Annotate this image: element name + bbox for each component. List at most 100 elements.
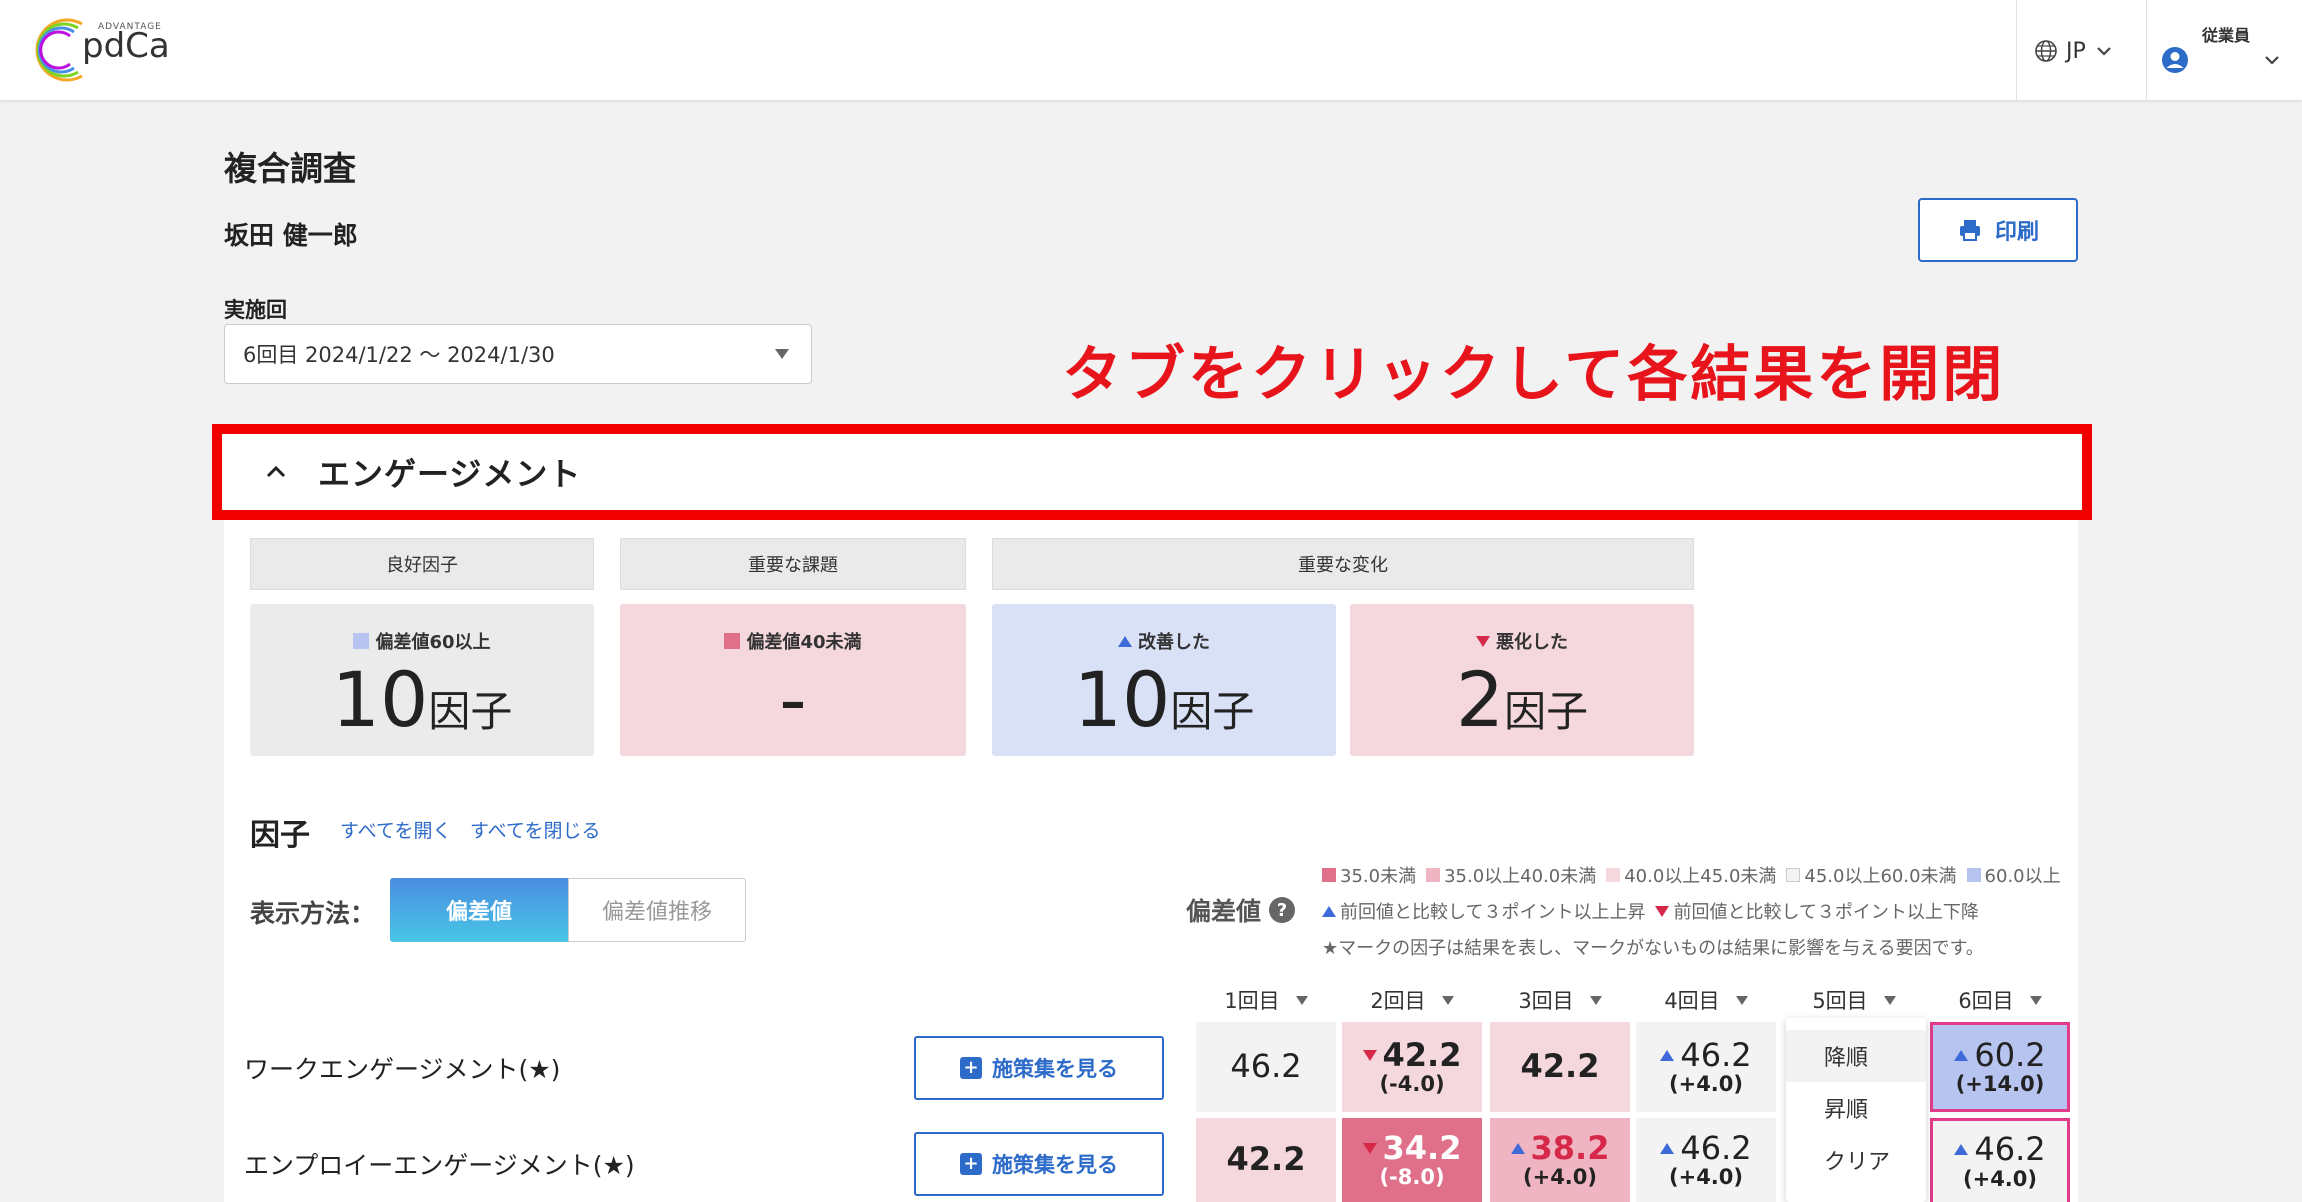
column-label: 5回目: [1812, 989, 1868, 1013]
close-all-link[interactable]: すべてを閉じる: [470, 816, 601, 843]
annotation-text: タブをクリックして各結果を開閉: [1062, 340, 2006, 410]
stat-value: -: [779, 655, 807, 744]
top-bar: [0, 0, 2302, 100]
globe-icon: [2035, 40, 2057, 62]
toggle-deviation[interactable]: 偏差値: [390, 878, 568, 942]
caret-down-icon: [1735, 995, 1748, 1005]
legend-square: [1606, 868, 1621, 882]
chevron-down-icon: [2096, 47, 2111, 56]
display-mode-label: 表示方法：: [250, 899, 376, 928]
stat-card-worsened: 悪化した 2因子: [1350, 604, 1694, 756]
sort-asc-option[interactable]: 昇順: [1786, 1082, 1926, 1134]
caret-down-icon: [2029, 995, 2042, 1005]
triangle-down-icon: [1362, 1142, 1377, 1154]
stat-value: 2: [1455, 655, 1505, 744]
legend-ranges: 35.0未満 35.0以上40.0未満 40.0以上45.0未満 45.0以上6…: [1322, 862, 2061, 888]
factor-name: ワークエンゲージメント(★): [244, 1055, 561, 1084]
score-cell: 46.2 (+4.0): [1930, 1118, 2070, 1202]
triangle-up-icon: [1118, 635, 1132, 647]
stat-unit: 因子: [428, 687, 513, 736]
caret-down-icon: [1883, 995, 1896, 1005]
language-selector[interactable]: JP: [2034, 34, 2114, 68]
column-head[interactable]: 2回目: [1342, 984, 1482, 1016]
stat-card-low: 偏差値40未満 -: [620, 604, 966, 756]
plus-icon: +: [960, 1057, 982, 1079]
score-value: 46.2: [1680, 1035, 1752, 1074]
user-menu[interactable]: 従業員: [2160, 22, 2282, 78]
print-label: 印刷: [1994, 220, 2039, 245]
legend-square: [724, 633, 741, 649]
score-value: 42.2: [1520, 1047, 1600, 1086]
column-head[interactable]: 3回目: [1490, 984, 1630, 1016]
score-cell: 42.2: [1196, 1118, 1336, 1202]
triangle-down-icon: [1362, 1049, 1377, 1061]
legend-up: 前回値と比較して３ポイント以上上昇: [1340, 902, 1646, 923]
score-cell: 60.2 (+14.0): [1930, 1022, 2070, 1112]
column-head[interactable]: 6回目: [1930, 984, 2070, 1016]
score-diff: (-4.0): [1379, 1072, 1445, 1097]
triangle-up-icon: [1510, 1142, 1525, 1154]
score-value: 46.2: [1680, 1128, 1752, 1167]
caret-down-icon: [1441, 995, 1454, 1005]
help-icon[interactable]: ?: [1269, 897, 1296, 923]
score-diff: (+4.0): [1669, 1165, 1743, 1190]
deviation-label-text: 偏差値: [1186, 897, 1262, 926]
stat-unit: 因子: [1504, 687, 1589, 736]
score-cell: 46.2 (+4.0): [1636, 1118, 1776, 1202]
round-select-value: 6回目 2024/1/22 〜 2024/1/30: [243, 343, 555, 367]
sort-clear-option[interactable]: クリア: [1786, 1134, 1926, 1186]
deviation-label: 偏差値 ?: [1186, 892, 1296, 928]
chevron-down-icon: [2265, 56, 2279, 65]
legend-square: [1786, 868, 1801, 882]
column-head[interactable]: 1回目: [1196, 984, 1336, 1016]
column-label: 6回目: [1958, 989, 2014, 1013]
language-label: JP: [2066, 38, 2086, 64]
triangle-up-icon: [1660, 1049, 1675, 1061]
legend-square: [1322, 868, 1336, 882]
score-cell: 46.2: [1196, 1022, 1336, 1112]
view-measures-label: 施策集を見る: [992, 1057, 1118, 1081]
score-value: 38.2: [1530, 1128, 1610, 1167]
user-avatar-icon: [2162, 47, 2188, 73]
logo-text: pdCa: [82, 26, 170, 66]
user-role-label: 従業員: [2202, 26, 2251, 45]
stat-card-high: 偏差値60以上 10因子: [250, 604, 594, 756]
view-measures-label: 施策集を見る: [992, 1153, 1118, 1177]
triangle-down-icon: [1655, 905, 1670, 917]
legend-range: 45.0以上60.0未満: [1804, 866, 1957, 887]
header-divider: [2146, 0, 2147, 100]
triangle-up-icon: [1660, 1142, 1675, 1154]
legend-range: 35.0以上40.0未満: [1444, 866, 1597, 887]
stat-label: 改善した: [1138, 632, 1210, 653]
legend-trend: 前回値と比較して３ポイント以上上昇 前回値と比較して３ポイント以上下降: [1322, 898, 1979, 924]
triangle-up-icon: [1322, 905, 1336, 917]
triangle-up-icon: [1954, 1144, 1969, 1156]
stat-value: 10: [1073, 655, 1171, 744]
score-cell: 34.2 (-8.0): [1342, 1118, 1482, 1202]
view-measures-button[interactable]: + 施策集を見る: [914, 1132, 1164, 1196]
column-head[interactable]: 5回目: [1784, 984, 1924, 1016]
caret-down-icon: [1589, 995, 1602, 1005]
score-diff: (+4.0): [1963, 1166, 2037, 1191]
column-head[interactable]: 4回目: [1636, 984, 1776, 1016]
legend-range: 60.0以上: [1984, 866, 2061, 887]
printer-icon: [1959, 220, 1980, 241]
score-value: 46.2: [1974, 1130, 2046, 1169]
open-all-link[interactable]: すべてを開く: [340, 816, 452, 843]
legend-square: [1966, 868, 1981, 882]
view-measures-button[interactable]: + 施策集を見る: [914, 1036, 1164, 1100]
header-divider: [2016, 0, 2017, 100]
column-label: 4回目: [1664, 989, 1720, 1013]
caret-down-icon: [1295, 995, 1308, 1005]
toggle-deviation-trend[interactable]: 偏差値推移: [568, 878, 746, 942]
legend-note: ★マークの因子は結果を表し、マークがないものは結果に影響を与える要因です。: [1322, 938, 1984, 959]
score-value: 42.2: [1226, 1140, 1306, 1179]
round-select[interactable]: 6回目 2024/1/22 〜 2024/1/30: [224, 324, 812, 384]
print-button[interactable]: 印刷: [1918, 198, 2078, 262]
score-cell: 38.2 (+4.0): [1490, 1118, 1630, 1202]
legend-down: 前回値と比較して３ポイント以上下降: [1673, 902, 1979, 923]
stat-unit: 因子: [1170, 687, 1255, 736]
sort-desc-option[interactable]: 降順: [1786, 1030, 1926, 1082]
accordion-engagement[interactable]: エンゲージメント: [212, 424, 2092, 520]
category-head-changes: 重要な変化: [992, 538, 1694, 590]
